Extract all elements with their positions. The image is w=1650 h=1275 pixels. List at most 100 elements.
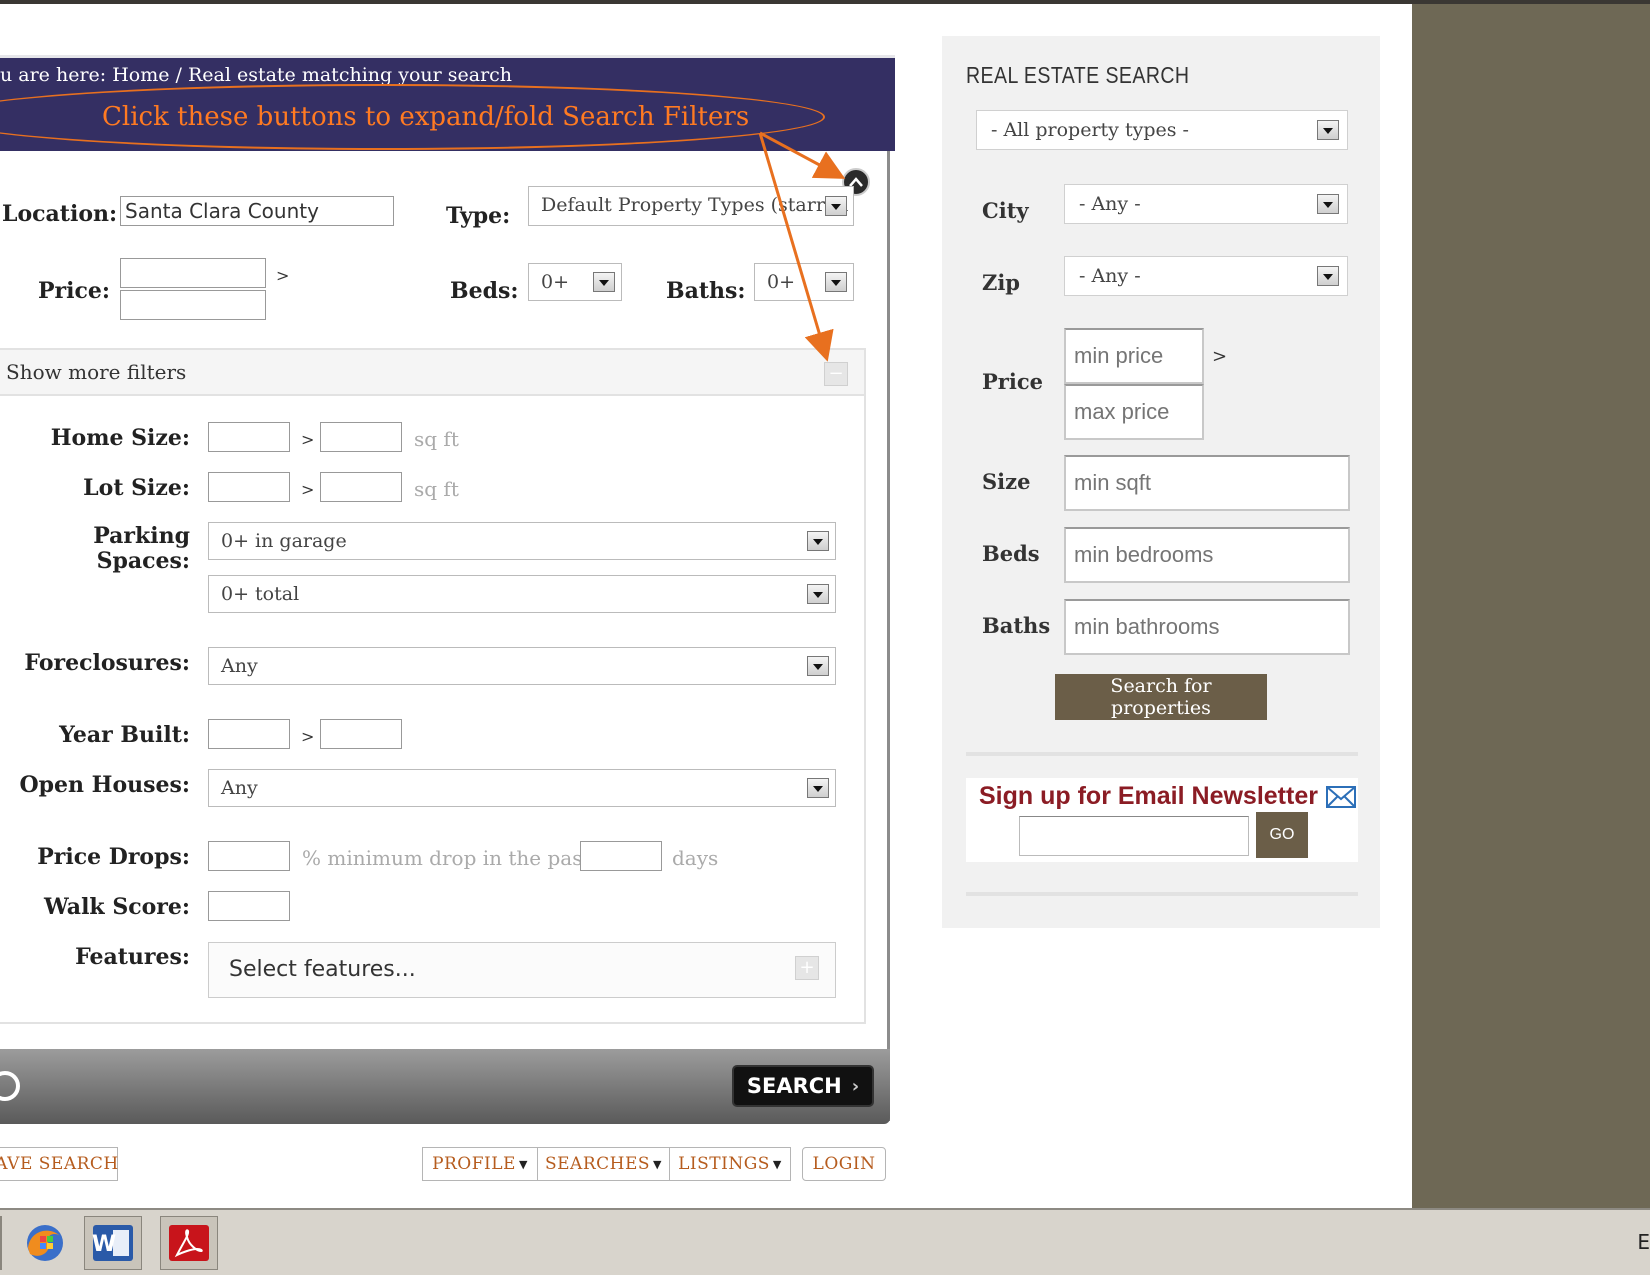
taskbar: W E [0, 1208, 1650, 1275]
features-label: Features: [75, 944, 190, 970]
type-select-value: Default Property Types (starred [541, 194, 849, 216]
newsletter-go-button[interactable]: GO [1256, 812, 1308, 858]
save-search-button[interactable]: AVE SEARCH [0, 1147, 118, 1181]
baths-select-value: 0+ [767, 271, 796, 293]
parking-total-select[interactable]: 0+ total [208, 575, 836, 613]
chevron-down-icon [1317, 194, 1339, 214]
price-drops-text: % minimum drop in the past [302, 846, 591, 870]
price-label: Price [982, 369, 1043, 394]
word-taskbar-button[interactable]: W [84, 1216, 142, 1270]
min-price-input[interactable] [1064, 328, 1204, 384]
profile-menu-button[interactable]: PROFILE ▼ [422, 1147, 538, 1181]
parking-label: Parking Spaces: [93, 523, 190, 574]
features-select[interactable]: Select features... + [208, 942, 836, 998]
walk-score-label: Walk Score: [44, 894, 190, 920]
foreclosures-select[interactable]: Any [208, 647, 836, 685]
caret-down-icon: ▼ [653, 1157, 662, 1171]
reset-circle-icon[interactable] [0, 1071, 20, 1101]
searches-menu-button[interactable]: SEARCHES ▼ [537, 1147, 670, 1181]
year-built-separator: > [301, 727, 315, 746]
property-types-value: - All property types - [991, 119, 1189, 141]
taskbar-separator [0, 1216, 2, 1270]
price-drop-days-input[interactable] [580, 841, 662, 871]
type-select[interactable]: Default Property Types (starred [528, 186, 854, 226]
year-built-min-input[interactable] [208, 719, 290, 749]
chevron-down-icon [593, 272, 615, 292]
city-select[interactable]: - Any - [1064, 184, 1348, 224]
parking-garage-select[interactable]: 0+ in garage [208, 522, 836, 560]
band-top-stripe [0, 55, 895, 58]
caret-down-icon: ▼ [772, 1157, 782, 1171]
chevron-down-icon [1317, 120, 1339, 140]
listings-menu-button[interactable]: LISTINGS ▼ [669, 1147, 791, 1181]
listings-label: LISTINGS [678, 1154, 770, 1174]
type-label: Type: [446, 203, 511, 229]
login-label: LOGIN [812, 1154, 876, 1174]
login-button[interactable]: LOGIN [802, 1147, 886, 1181]
sidebar-title: REAL ESTATE SEARCH [966, 62, 1190, 88]
newsletter-title: Sign up for Email Newsletter [979, 782, 1318, 810]
features-placeholder: Select features... [229, 957, 416, 982]
newsletter-email-input[interactable] [1019, 816, 1249, 856]
firefox-icon [27, 1225, 63, 1261]
location-input[interactable] [120, 196, 394, 226]
walk-score-input[interactable] [208, 891, 290, 921]
firefox-taskbar-button[interactable] [16, 1216, 74, 1270]
min-bathrooms-input[interactable] [1064, 599, 1350, 655]
price-max-input[interactable] [120, 290, 266, 320]
beds-select[interactable]: 0+ [528, 263, 622, 301]
fold-filters-button[interactable]: − [824, 362, 848, 386]
price-drop-percent-input[interactable] [208, 841, 290, 871]
lot-size-separator: > [301, 480, 315, 499]
chevron-down-icon [825, 272, 847, 292]
open-houses-select[interactable]: Any [208, 769, 836, 807]
home-size-min-input[interactable] [208, 422, 290, 452]
baths-select[interactable]: 0+ [754, 263, 854, 301]
foreclosures-label: Foreclosures: [24, 650, 190, 676]
year-built-max-input[interactable] [320, 719, 402, 749]
more-filters-header[interactable]: Show more filters − [0, 350, 864, 396]
word-letter: W [92, 1232, 116, 1257]
expand-features-button[interactable]: + [795, 956, 819, 980]
zip-value: - Any - [1079, 265, 1141, 287]
home-size-unit: sq ft [414, 427, 459, 451]
chevron-right-icon: › [851, 1075, 860, 1097]
lot-size-min-input[interactable] [208, 472, 290, 502]
price-label: Price: [38, 278, 111, 304]
language-indicator[interactable]: E [1637, 1230, 1650, 1254]
pdf-icon [169, 1225, 209, 1261]
open-houses-label: Open Houses: [19, 772, 190, 798]
chevron-down-icon [825, 196, 847, 216]
zip-select[interactable]: - Any - [1064, 256, 1348, 296]
beds-label: Beds [982, 541, 1040, 566]
home-size-label: Home Size: [50, 425, 190, 451]
chevron-down-icon [1317, 266, 1339, 286]
newsletter-box: Sign up for Email Newsletter GO [966, 778, 1358, 862]
price-range-separator: > [1212, 346, 1228, 367]
chevron-down-icon [807, 656, 829, 676]
property-types-select[interactable]: - All property types - [976, 110, 1348, 150]
search-button[interactable]: SEARCH › [732, 1065, 874, 1107]
lot-size-max-input[interactable] [320, 472, 402, 502]
breadcrumb: u are here: Home / Real estate matching … [0, 64, 513, 86]
size-label: Size [982, 469, 1031, 494]
price-min-input[interactable] [120, 258, 266, 288]
profile-label: PROFILE [432, 1154, 516, 1174]
more-filters-title: Show more filters [6, 360, 187, 384]
save-search-label: AVE SEARCH [0, 1154, 119, 1174]
searches-label: SEARCHES [545, 1154, 651, 1174]
parking-total-value: 0+ total [221, 583, 300, 605]
pdf-taskbar-button[interactable] [160, 1216, 218, 1270]
min-sqft-input[interactable] [1064, 455, 1350, 511]
zip-label: Zip [982, 270, 1020, 295]
word-icon: W [92, 1225, 133, 1261]
home-size-max-input[interactable] [320, 422, 402, 452]
sidebar-divider [966, 752, 1358, 756]
lot-size-unit: sq ft [414, 477, 459, 501]
search-properties-button[interactable]: Search for properties [1055, 674, 1267, 720]
home-size-separator: > [301, 430, 315, 449]
max-price-input[interactable] [1064, 384, 1204, 440]
min-bedrooms-input[interactable] [1064, 527, 1350, 583]
beds-label: Beds: [450, 278, 519, 304]
parking-garage-value: 0+ in garage [221, 530, 347, 552]
